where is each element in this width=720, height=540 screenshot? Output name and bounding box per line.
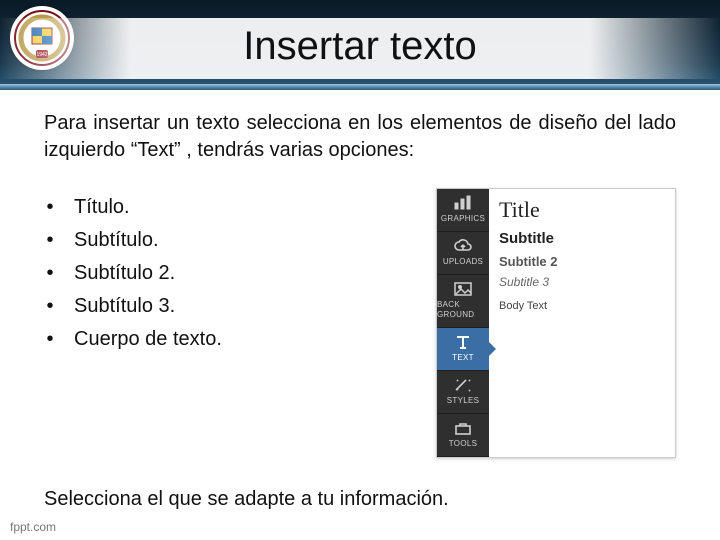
rail-item-graphics[interactable]: GRAPHICS	[437, 189, 489, 232]
bullet-text: Subtítulo 2.	[74, 260, 175, 287]
list-item: •Subtítulo.	[44, 227, 410, 254]
bullet-text: Subtítulo 3.	[74, 293, 175, 320]
bullet-text: Cuerpo de texto.	[74, 326, 222, 353]
rail-label: TEXT	[452, 353, 474, 364]
rail-label: TOOLS	[449, 439, 477, 450]
cloud-upload-icon	[453, 238, 473, 254]
rail-label: STYLES	[447, 396, 479, 407]
list-item: •Subtítulo 2.	[44, 260, 410, 287]
rail-label: GRAPHICS	[441, 214, 485, 225]
list-item: •Título.	[44, 194, 410, 221]
text-tool-panel: GRAPHICS UPLOADS BACK GROUND TEXT	[436, 188, 676, 458]
rail-item-background[interactable]: BACK GROUND	[437, 275, 489, 329]
intro-paragraph: Para insertar un texto selecciona en los…	[44, 110, 676, 164]
list-item: •Cuerpo de texto.	[44, 326, 410, 353]
rail-label: BACK GROUND	[437, 300, 489, 322]
rail-item-uploads[interactable]: UPLOADS	[437, 232, 489, 275]
text-options: Title Subtitle Subtitle 2 Subtitle 3 Bod…	[489, 189, 675, 457]
slide-title: Insertar texto	[0, 18, 720, 79]
bullet-list: •Título. •Subtítulo. •Subtítulo 2. •Subt…	[44, 188, 410, 359]
text-icon	[453, 334, 473, 350]
option-sub2[interactable]: Subtitle 2	[499, 253, 667, 271]
rail-item-tools[interactable]: TOOLS	[437, 414, 489, 457]
list-item: •Subtítulo 3.	[44, 293, 410, 320]
footer-credit: fppt.com	[10, 520, 56, 534]
slide: 1942 Insertar texto Para insertar un tex…	[0, 0, 720, 540]
toolbox-icon	[453, 420, 473, 436]
rail-item-text[interactable]: TEXT	[437, 328, 489, 371]
option-subtitle[interactable]: Subtitle	[499, 229, 667, 249]
option-title[interactable]: Title	[499, 195, 667, 225]
closing-paragraph: Selecciona el que se adapte a tu informa…	[44, 486, 676, 513]
bullet-text: Título.	[74, 194, 130, 221]
image-icon	[453, 281, 473, 297]
option-body[interactable]: Body Text	[499, 299, 667, 314]
tool-rail: GRAPHICS UPLOADS BACK GROUND TEXT	[437, 189, 489, 457]
rail-item-styles[interactable]: STYLES	[437, 371, 489, 414]
magic-wand-icon	[453, 377, 473, 393]
option-sub3[interactable]: Subtitle 3	[499, 274, 667, 290]
slide-body: Para insertar un texto selecciona en los…	[44, 110, 676, 484]
bullet-text: Subtítulo.	[74, 227, 159, 254]
bar-chart-icon	[453, 195, 473, 211]
rail-label: UPLOADS	[443, 257, 483, 268]
